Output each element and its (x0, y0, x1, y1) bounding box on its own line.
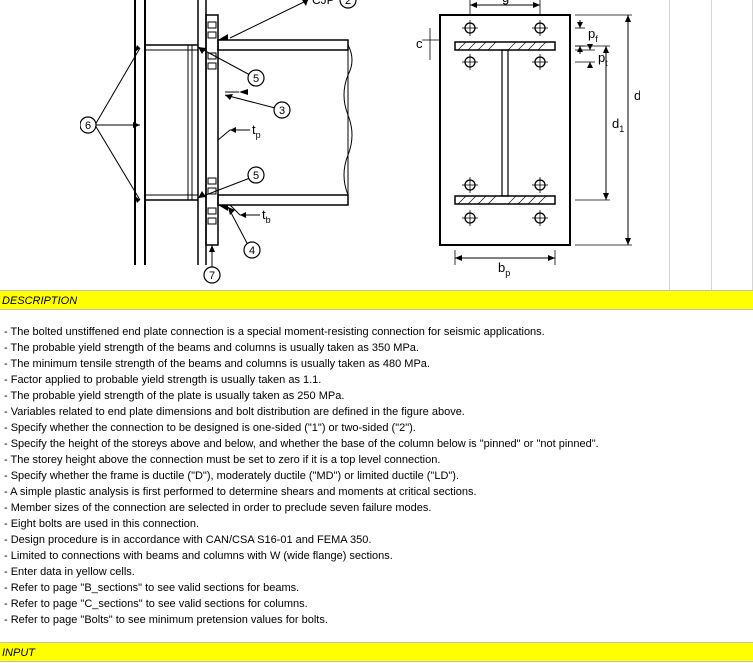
desc-line: - Specify whether the frame is ductile (… (0, 468, 753, 484)
tp-label: tp (252, 122, 261, 140)
desc-line: - Design procedure is in accordance with… (0, 532, 753, 548)
desc-line: - A simple plastic analysis is first per… (0, 484, 753, 500)
cjp-label: CJP (312, 0, 335, 7)
callout-4-label: 4 (249, 245, 255, 257)
callout-7-label: 7 (209, 270, 215, 282)
desc-line: - The bolted unstiffened end plate conne… (0, 324, 753, 340)
bp-label: bp (498, 260, 510, 278)
left-elevation-view: 6 CJP 2 5 3 (80, 0, 356, 283)
desc-line: - The probable yield strength of the pla… (0, 388, 753, 404)
callout-5a-label: 5 (253, 73, 259, 85)
callout-5b-label: 5 (253, 170, 259, 182)
spreadsheet-grid-area: 6 CJP 2 5 3 (0, 0, 753, 290)
desc-line: - The minimum tensile strength of the be… (0, 356, 753, 372)
right-plate-view: g c pf pt (416, 0, 640, 278)
input-header: INPUT (0, 642, 753, 662)
desc-line: - Refer to page "B_sections" to see vali… (0, 580, 753, 596)
d2-label: d2 (634, 88, 640, 106)
connection-diagram: 6 CJP 2 5 3 (80, 0, 640, 290)
d1-label: d1 (612, 116, 624, 134)
desc-line: - Variables related to end plate dimensi… (0, 404, 753, 420)
desc-line: - Member sizes of the connection are sel… (0, 500, 753, 516)
spacer (0, 628, 753, 642)
description-header: DESCRIPTION (0, 290, 753, 310)
desc-line: - The storey height above the connection… (0, 452, 753, 468)
description-list: - The bolted unstiffened end plate conne… (0, 324, 753, 628)
callout-3-label: 3 (279, 105, 285, 117)
desc-line: - Specify the height of the storeys abov… (0, 436, 753, 452)
callout-2-label: 2 (345, 0, 351, 7)
desc-line: - Refer to page "C_sections" to see vali… (0, 596, 753, 612)
desc-line: - Limited to connections with beams and … (0, 548, 753, 564)
g-label: g (502, 0, 509, 5)
c-label: c (416, 36, 423, 51)
desc-line: - Factor applied to probable yield stren… (0, 372, 753, 388)
desc-line: - Eight bolts are used in this connectio… (0, 516, 753, 532)
spacer (0, 310, 753, 324)
desc-line: - The probable yield strength of the bea… (0, 340, 753, 356)
tb-label: tb (262, 207, 271, 225)
pf-label: pf (588, 26, 598, 44)
callout-6-label: 6 (85, 120, 91, 132)
desc-line: - Enter data in yellow cells. (0, 564, 753, 580)
desc-line: - Specify whether the connection to be d… (0, 420, 753, 436)
desc-line: - Refer to page "Bolts" to see minimum p… (0, 612, 753, 628)
